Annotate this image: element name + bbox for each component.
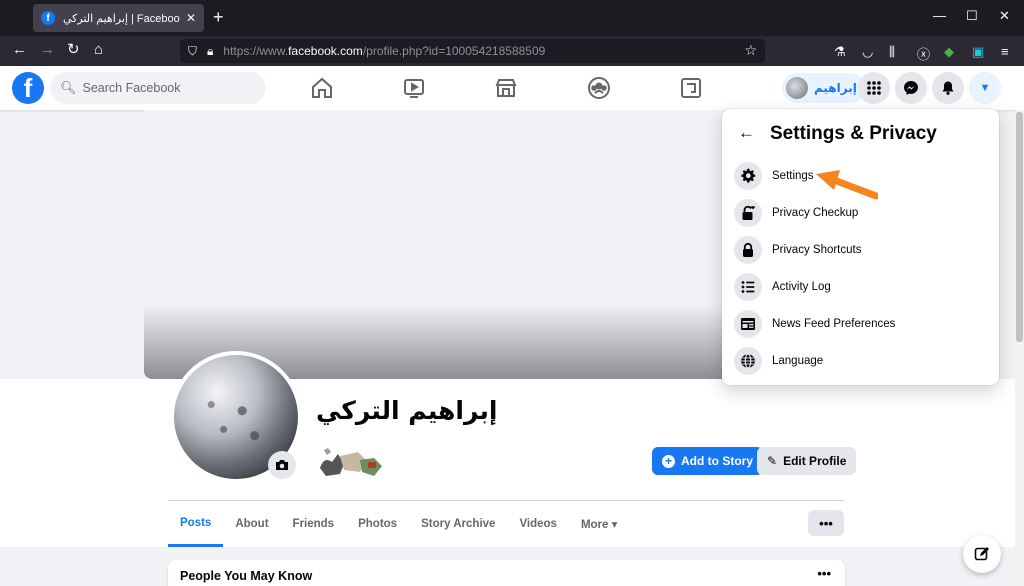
new-tab-button[interactable]: + xyxy=(213,8,224,26)
browser-nav-bar: ← → ↻ ⌂ ⛉ 🔒︎ https://www.facebook.com/pr… xyxy=(0,36,1024,66)
tab-close-icon[interactable]: ✕ xyxy=(186,11,196,25)
avatar xyxy=(786,77,808,99)
extension-leaf-icon[interactable]: ◆ xyxy=(944,44,954,60)
caret-down-icon: ▼ xyxy=(979,82,991,94)
messenger-button[interactable] xyxy=(895,72,927,104)
name-decoration-graphic xyxy=(320,448,382,476)
search-icon: 🔍︎ xyxy=(60,80,77,95)
news-feed-icon xyxy=(734,310,762,338)
lock-icon xyxy=(734,236,762,264)
lock-heart-icon xyxy=(734,199,762,227)
add-to-story-label: Add to Story xyxy=(681,454,753,468)
groups-nav-icon[interactable] xyxy=(587,76,611,100)
tab-friends[interactable]: Friends xyxy=(281,501,347,547)
facebook-favicon-icon: f xyxy=(41,11,55,25)
home-nav-icon[interactable] xyxy=(310,76,334,100)
globe-icon xyxy=(734,347,762,375)
menu-item-activity-log[interactable]: Activity Log xyxy=(732,270,989,304)
menu-item-privacy-checkup[interactable]: Privacy Checkup xyxy=(732,196,989,230)
pocket-icon[interactable]: ◡ xyxy=(862,44,873,60)
search-box[interactable]: 🔍︎ xyxy=(50,72,266,104)
new-message-button[interactable] xyxy=(963,535,1001,573)
close-window-button[interactable]: ✕ xyxy=(999,8,1010,24)
menu-item-label: Privacy Checkup xyxy=(772,207,859,219)
facebook-header: f 🔍︎ إبراهيم ▼ xyxy=(0,66,1024,110)
people-you-may-know-title: People You May Know xyxy=(180,569,313,583)
bookmark-star-icon[interactable]: ☆ xyxy=(744,42,757,59)
home-icon[interactable]: ⌂ xyxy=(94,42,103,58)
list-icon xyxy=(734,273,762,301)
extension-icon[interactable]: ⚗ xyxy=(834,44,846,60)
camera-icon[interactable] xyxy=(268,451,296,479)
watch-nav-icon[interactable] xyxy=(402,76,426,100)
edit-profile-button[interactable]: ✎ Edit Profile xyxy=(757,447,857,475)
pencil-icon: ✎ xyxy=(767,454,778,468)
profile-chip-name: إبراهيم xyxy=(814,81,857,95)
menu-item-language[interactable]: Language xyxy=(732,344,989,378)
menu-item-label: Settings xyxy=(772,170,814,182)
tab-about[interactable]: About xyxy=(223,501,280,547)
card-options-button[interactable]: ••• xyxy=(817,566,831,581)
tab-title: إبراهيم التركي | Facebook xyxy=(63,12,180,25)
shield-icon[interactable]: ⛉ xyxy=(188,44,197,59)
menu-title: Settings & Privacy xyxy=(770,123,937,144)
menu-item-news-feed-preferences[interactable]: News Feed Preferences xyxy=(732,307,989,341)
facebook-logo-icon[interactable]: f xyxy=(12,72,44,104)
maximize-button[interactable]: ☐ xyxy=(966,8,978,24)
gear-icon xyxy=(734,162,762,190)
search-input[interactable] xyxy=(82,81,253,95)
padlock-icon[interactable]: 🔒︎ xyxy=(207,44,213,59)
back-arrow-icon[interactable]: ← xyxy=(738,123,758,143)
browser-tab-bar: f إبراهيم التركي | Facebook ✕ + — ☐ ✕ xyxy=(0,0,1024,36)
tab-videos[interactable]: Videos xyxy=(507,501,569,547)
back-arrow-icon[interactable]: ← xyxy=(12,42,27,58)
edit-profile-label: Edit Profile xyxy=(783,454,847,468)
settings-privacy-menu: ← Settings & Privacy Settings Privacy Ch… xyxy=(722,109,999,385)
messenger-icon xyxy=(904,81,918,95)
plus-icon: + xyxy=(662,454,675,468)
compose-icon xyxy=(974,547,989,561)
tab-more[interactable]: More ▾ xyxy=(569,501,629,547)
account-dropdown-button[interactable]: ▼ xyxy=(969,72,1001,104)
menu-item-label: Language xyxy=(772,355,824,367)
profile-shortcut-chip[interactable]: إبراهيم xyxy=(782,73,865,103)
grid-icon xyxy=(867,81,881,95)
menu-item-label: News Feed Preferences xyxy=(772,318,896,330)
menu-item-label: Activity Log xyxy=(772,281,831,293)
people-you-may-know-card: People You May Know ••• xyxy=(168,560,845,586)
menu-item-label: Privacy Shortcuts xyxy=(772,244,862,256)
tab-story-archive[interactable]: Story Archive xyxy=(409,501,507,547)
minimize-button[interactable]: — xyxy=(933,8,946,23)
tab-photos[interactable]: Photos xyxy=(346,501,409,547)
reload-icon[interactable]: ↻ xyxy=(67,42,80,58)
url-text[interactable]: https://www.facebook.com/profile.php?id=… xyxy=(223,44,545,58)
forward-arrow-icon[interactable]: → xyxy=(40,42,55,58)
hamburger-menu-icon[interactable]: ≡ xyxy=(1001,44,1009,59)
browser-tab[interactable]: f إبراهيم التركي | Facebook ✕ xyxy=(33,4,204,32)
bell-icon xyxy=(942,81,954,95)
profile-name: إبراهيم التركي xyxy=(316,396,498,425)
notifications-button[interactable] xyxy=(932,72,964,104)
more-options-button[interactable]: ••• xyxy=(808,510,844,536)
scrollbar-thumb[interactable] xyxy=(1016,112,1023,342)
extension-x-icon[interactable]: ⓧ xyxy=(917,44,930,63)
library-icon[interactable]: ⫼ xyxy=(889,44,895,60)
add-to-story-button[interactable]: + Add to Story xyxy=(652,447,763,475)
tab-posts[interactable]: Posts xyxy=(168,501,224,547)
url-bar[interactable]: ⛉ 🔒︎ https://www.facebook.com/profile.ph… xyxy=(180,39,765,63)
gaming-nav-icon[interactable] xyxy=(679,76,703,100)
extension-n-icon[interactable]: ▣ xyxy=(972,44,984,60)
menu-grid-button[interactable] xyxy=(858,72,890,104)
annotation-arrow-icon xyxy=(816,170,878,200)
marketplace-nav-icon[interactable] xyxy=(494,76,518,100)
profile-tabs: Posts About Friends Photos Story Archive… xyxy=(168,501,629,547)
menu-item-privacy-shortcuts[interactable]: Privacy Shortcuts xyxy=(732,233,989,267)
